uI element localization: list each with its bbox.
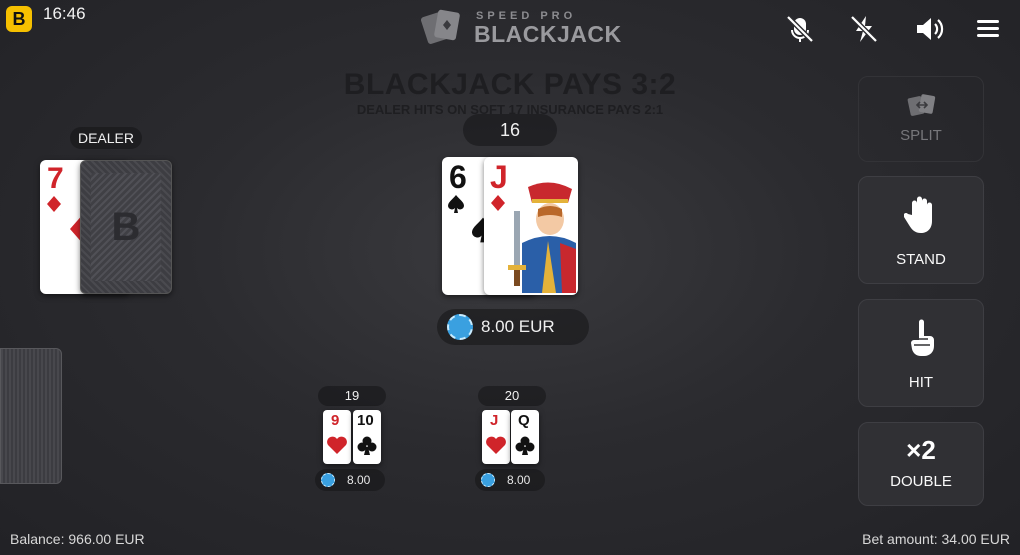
player-card: J — [484, 157, 578, 295]
side-card: 10 — [353, 410, 381, 464]
double-label: DOUBLE — [890, 473, 952, 490]
split-label: SPLIT — [900, 127, 942, 144]
split-icon — [907, 94, 936, 116]
heart-suit-icon — [327, 436, 347, 454]
side-card: Q — [511, 410, 539, 464]
cards-logo-icon — [420, 9, 460, 44]
bet-amount: 8.00 EUR — [481, 317, 555, 336]
clock: 16:46 — [43, 4, 86, 23]
dealer-card-hole: B — [80, 160, 172, 294]
dealer-label: DEALER — [70, 127, 142, 149]
club-suit-icon — [357, 436, 377, 455]
balance: Balance: 966.00 EUR — [10, 531, 145, 547]
card-shoe — [0, 348, 62, 484]
card-rank: 6 — [449, 159, 467, 195]
double-button[interactable]: ×2 DOUBLE — [858, 422, 984, 506]
jack-portrait-icon — [508, 182, 576, 293]
side-hand-total: 19 — [318, 386, 386, 406]
card-rank: J — [490, 412, 499, 429]
card-rank: 7 — [47, 162, 64, 195]
side-card: J — [482, 410, 510, 464]
bet-amount-total: Bet amount: 34.00 EUR — [862, 531, 1010, 547]
chip-icon — [447, 314, 473, 340]
menu-icon[interactable] — [973, 14, 1005, 44]
side-bet-pill: 8.00 — [475, 469, 545, 491]
card-rank: 9 — [331, 412, 340, 429]
speaker-icon[interactable] — [913, 14, 945, 44]
chip-icon — [481, 473, 495, 487]
hit-button[interactable]: HIT — [858, 299, 984, 407]
logo-title: BLACKJACK — [474, 21, 622, 47]
card-rank: J — [490, 159, 508, 195]
side-card: 9 — [323, 410, 351, 464]
game-logo: SPEED PRO BLACKJACK — [420, 6, 621, 47]
hand-stop-icon — [904, 196, 932, 233]
heart-suit-icon — [486, 436, 506, 454]
double-badge: ×2 — [906, 435, 936, 465]
hand-tap-icon — [911, 319, 934, 356]
card-rank: 10 — [357, 412, 374, 429]
side-bet-pill: 8.00 — [315, 469, 385, 491]
no-lightning-icon[interactable] — [848, 14, 880, 44]
hit-label: HIT — [908, 374, 934, 391]
card-back-logo: B — [111, 205, 141, 249]
muted-mic-icon[interactable] — [784, 14, 816, 44]
chip-icon — [321, 473, 335, 487]
spade-suit-icon — [448, 195, 464, 213]
stand-label: STAND — [896, 251, 946, 268]
diamond-suit-icon — [491, 195, 505, 211]
card-rank: Q — [518, 412, 530, 429]
side-bet-amount: 8.00 — [347, 473, 371, 487]
stand-button[interactable]: STAND — [858, 176, 984, 284]
split-button[interactable]: SPLIT — [858, 76, 984, 162]
bet-pill: 8.00 EUR — [437, 309, 589, 345]
side-hand-total: 20 — [478, 386, 546, 406]
hand-total: 16 — [463, 114, 557, 146]
side-bet-amount: 8.00 — [507, 473, 531, 487]
app-logo[interactable]: B — [6, 6, 32, 32]
club-suit-icon — [515, 436, 535, 455]
diamond-suit-icon — [47, 196, 61, 212]
